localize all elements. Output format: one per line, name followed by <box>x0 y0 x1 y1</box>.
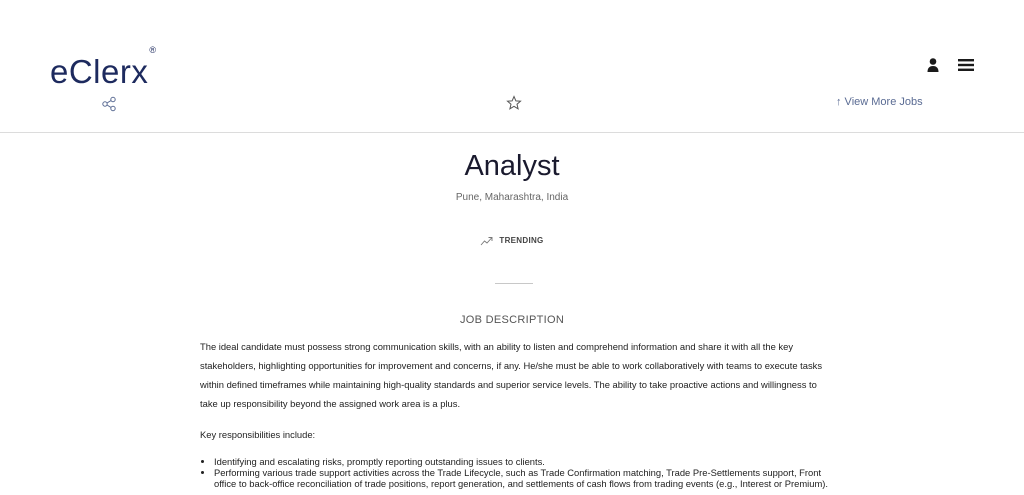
trending-badge: TRENDING <box>0 236 1024 246</box>
responsibilities-list: Identifying and escalating risks, prompt… <box>200 456 830 489</box>
job-description-text: The ideal candidate must possess strong … <box>200 341 823 409</box>
section-divider <box>495 283 533 284</box>
share-icon[interactable] <box>101 96 117 112</box>
trending-up-icon <box>481 237 493 246</box>
job-description-body: The ideal candidate must possess strong … <box>200 337 830 489</box>
job-description-heading: JOB DESCRIPTION <box>459 314 565 326</box>
job-title: Analyst <box>464 150 560 182</box>
job-location: Pune, Maharashtra, India <box>455 192 569 203</box>
logo-registered-mark: ® <box>149 45 157 55</box>
responsibilities-heading: Key responsibilities include: <box>200 429 316 440</box>
list-item: Performing various trade support activit… <box>214 467 830 489</box>
trending-label: TRENDING <box>499 236 544 246</box>
star-icon[interactable] <box>506 95 522 111</box>
menu-icon[interactable] <box>957 58 975 72</box>
user-icon[interactable] <box>926 57 940 73</box>
eclerx-logo[interactable]: eClerx® <box>50 45 157 92</box>
logo-text: eClerx <box>50 53 149 90</box>
site-header: eClerx® ↑ View More Jobs <box>0 0 1024 133</box>
list-item: Identifying and escalating risks, prompt… <box>214 456 830 467</box>
view-more-jobs-link[interactable]: ↑ View More Jobs <box>836 96 923 108</box>
